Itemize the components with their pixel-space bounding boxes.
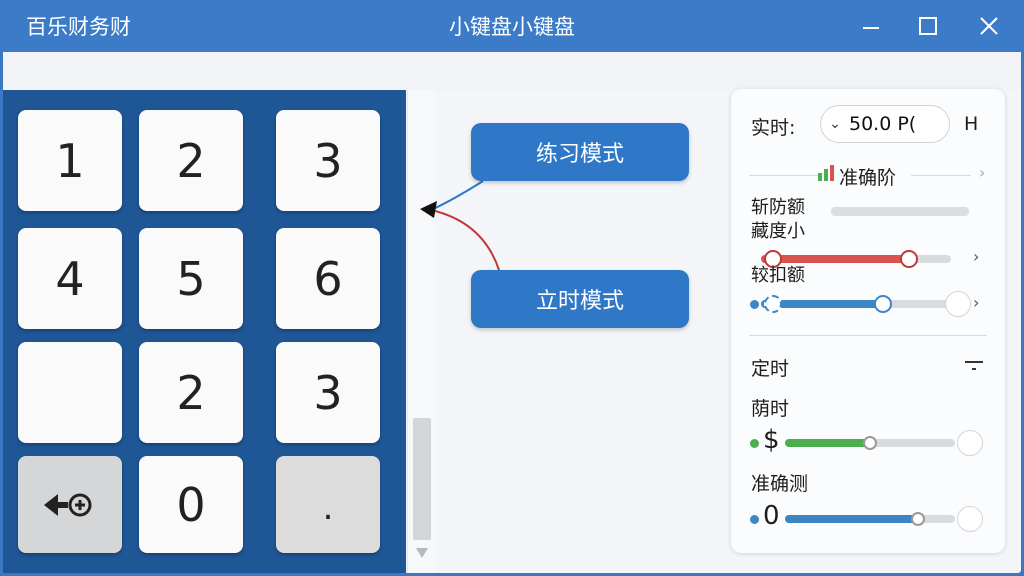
panel-divider bbox=[749, 335, 987, 336]
key-2-second[interactable]: 2 bbox=[139, 342, 243, 443]
accuracy-slider-knob[interactable] bbox=[911, 512, 925, 526]
practice-mode-button[interactable]: 练习模式 bbox=[471, 123, 689, 181]
zero-icon: 0 bbox=[763, 501, 780, 531]
minimize-button[interactable] bbox=[854, 10, 888, 42]
backspace-key[interactable] bbox=[18, 456, 122, 553]
speed-slider-knob[interactable] bbox=[863, 436, 877, 450]
title-bar: 百乐财务财 小键盘小键盘 bbox=[0, 0, 1024, 52]
chevron-down-icon: ⌄ bbox=[829, 116, 841, 132]
realtime-label: 实时: bbox=[751, 117, 796, 139]
realtime-mode-button[interactable]: 立时模式 bbox=[471, 270, 689, 328]
close-button[interactable] bbox=[972, 10, 1006, 42]
divider-right bbox=[911, 175, 971, 176]
divider-left bbox=[749, 175, 819, 176]
realtime-suffix: H bbox=[964, 113, 979, 135]
speed-slider-fill bbox=[785, 439, 870, 447]
realtime-value-dropdown[interactable]: ⌄ 50.0 P( bbox=[820, 105, 950, 143]
accuracy-slider[interactable] bbox=[785, 512, 955, 526]
accuracy-label: 准确测 bbox=[751, 473, 809, 495]
accuracy-slider-fill bbox=[785, 515, 918, 523]
accuracy-section-title: 准确阶 bbox=[839, 167, 897, 189]
dollar-icon: $ bbox=[763, 425, 780, 455]
maximize-button[interactable] bbox=[911, 10, 945, 42]
speed-slider[interactable] bbox=[785, 436, 955, 450]
realtime-value: 50.0 P( bbox=[849, 113, 917, 135]
close-icon bbox=[980, 17, 998, 35]
speed-slider-end-circle bbox=[957, 430, 983, 456]
key-0[interactable]: 0 bbox=[139, 456, 243, 553]
backspace-icon bbox=[44, 493, 92, 516]
line1-label: 斩防额 bbox=[751, 197, 805, 218]
maximize-icon bbox=[919, 17, 937, 35]
key-3-second[interactable]: 3 bbox=[276, 342, 380, 443]
filter-icon[interactable] bbox=[964, 359, 984, 373]
key-decimal[interactable]: . bbox=[276, 456, 380, 553]
chevron-right-icon: › bbox=[979, 163, 986, 182]
scrollbar-thumb[interactable] bbox=[413, 418, 431, 540]
blue-slider-start-knob[interactable] bbox=[764, 295, 782, 313]
line2-label: 藏度小 bbox=[751, 221, 805, 242]
blue-dot-icon bbox=[750, 300, 759, 309]
settings-panel: 实时: ⌄ 50.0 P( H 准确阶 › 斩防额 藏度小 › 较扣额 › 定时… bbox=[731, 89, 1005, 553]
accuracy-slider-end-circle bbox=[957, 506, 983, 532]
blue-slider-knob[interactable] bbox=[874, 295, 892, 313]
bar-chart-icon bbox=[818, 165, 834, 181]
red-slider-knob[interactable] bbox=[900, 250, 918, 268]
client-area: 1 2 3 4 5 6 2 3 0 . 练习模式 立时模式 实时: ⌄ 50.0… bbox=[3, 52, 1021, 573]
time-label: 荫时 bbox=[751, 398, 790, 420]
red-chevron-right-icon[interactable]: › bbox=[973, 247, 979, 266]
timer-label: 定时 bbox=[751, 358, 790, 380]
scroll-down-arrow-icon[interactable] bbox=[416, 548, 428, 558]
key-blank[interactable] bbox=[18, 342, 122, 443]
line3-label: 较扣额 bbox=[751, 265, 805, 286]
blue-chevron-right-icon[interactable]: › bbox=[973, 293, 979, 312]
minimize-icon bbox=[863, 27, 879, 29]
blue-slider[interactable] bbox=[761, 295, 951, 313]
green-dot-icon bbox=[750, 439, 759, 448]
arrow-head-icon bbox=[420, 201, 437, 218]
blue-slider-end-circle bbox=[945, 291, 971, 317]
accuracy-dot-icon bbox=[750, 515, 759, 524]
line1-bar bbox=[831, 207, 969, 216]
